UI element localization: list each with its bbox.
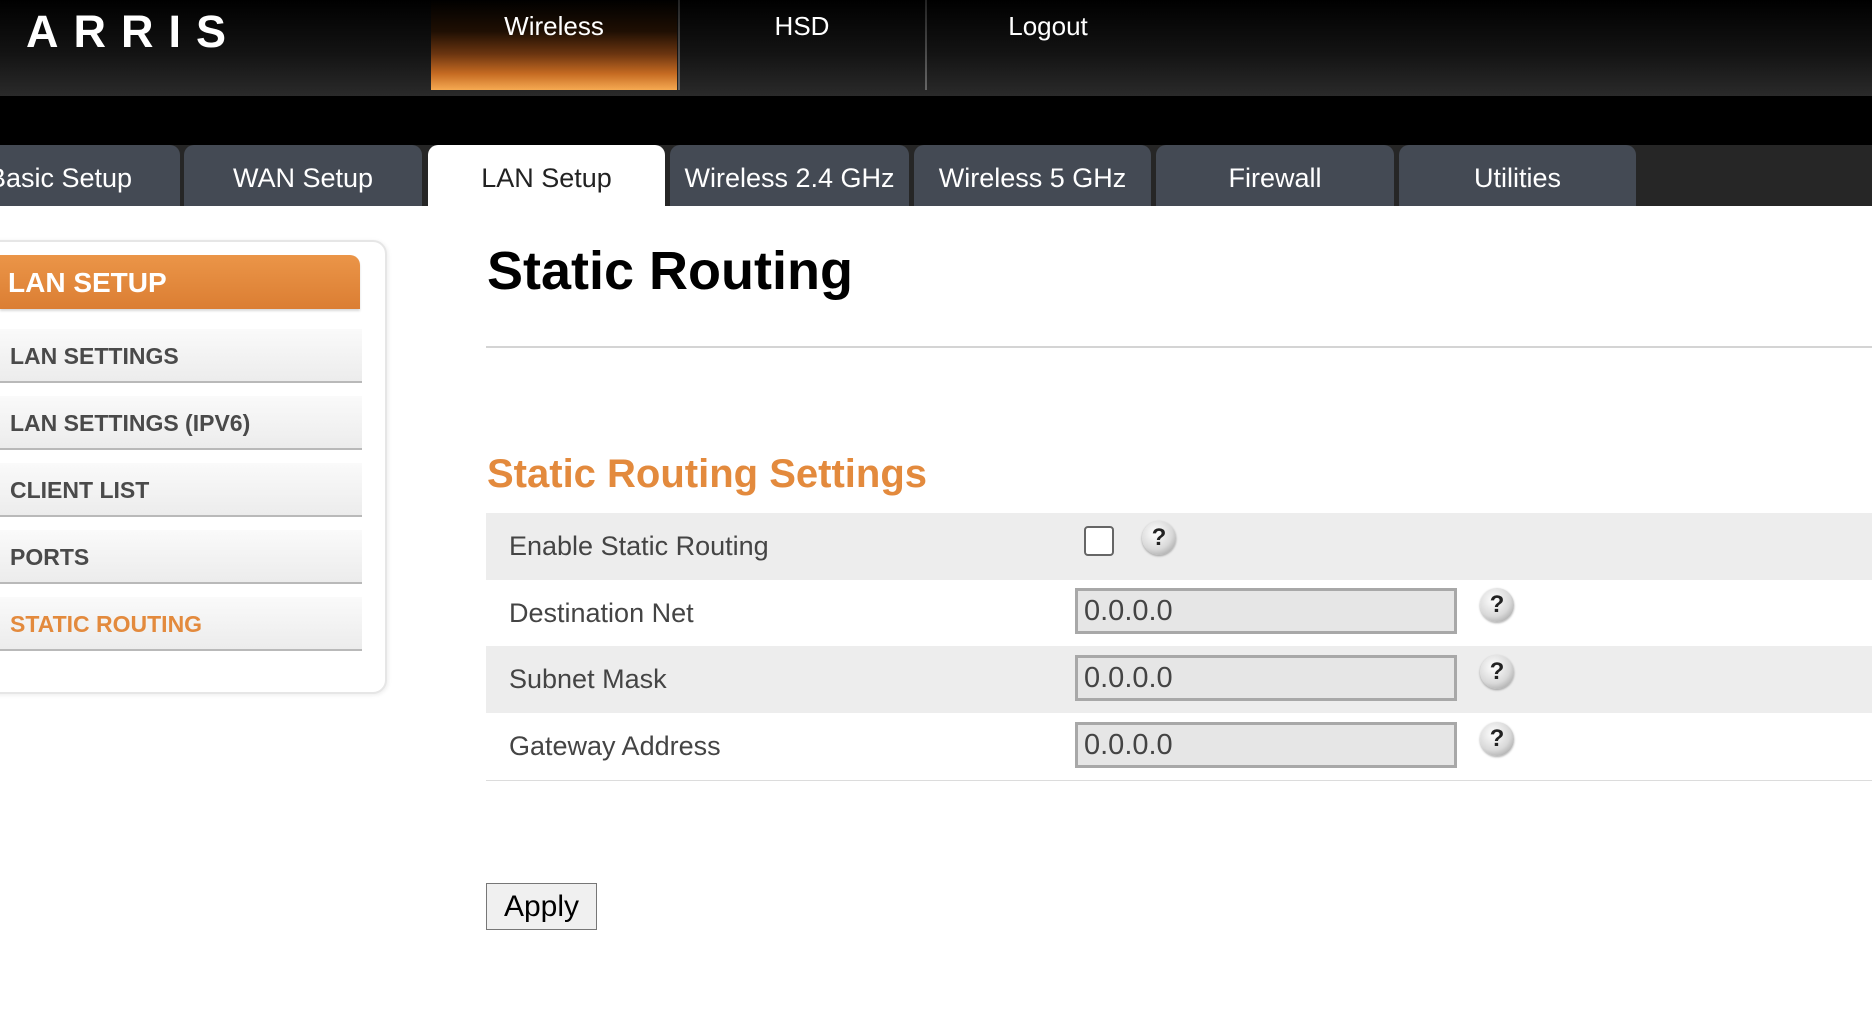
topnav-wireless[interactable]: Wireless xyxy=(431,0,677,90)
destination-net-label: Destination Net xyxy=(509,598,694,628)
page-title: Static Routing xyxy=(487,241,853,301)
gateway-address-input[interactable] xyxy=(1075,722,1457,768)
arris-logo: ARRIS xyxy=(26,6,242,57)
enable-static-routing-label: Enable Static Routing xyxy=(509,531,769,561)
form-row-enable: Enable Static Routing xyxy=(486,513,1872,580)
sidebar-item-lan-settings-ipv6[interactable]: LAN SETTINGS (IPV6) xyxy=(0,396,362,450)
tab-wan-setup[interactable]: WAN Setup xyxy=(184,145,422,206)
tab-lan-setup[interactable]: LAN Setup xyxy=(428,145,665,206)
sidebar-item-static-routing[interactable]: STATIC ROUTING xyxy=(0,597,362,651)
tab-wireless-24ghz[interactable]: Wireless 2.4 GHz xyxy=(670,145,909,206)
form-bottom-divider xyxy=(486,780,1872,781)
help-icon[interactable]: ? xyxy=(1480,722,1514,756)
help-icon[interactable]: ? xyxy=(1142,521,1176,555)
sidebar-header: LAN SETUP xyxy=(0,255,360,309)
sidebar-item-lan-settings[interactable]: LAN SETTINGS xyxy=(0,329,362,383)
gateway-address-label: Gateway Address xyxy=(509,731,721,761)
tab-firewall[interactable]: Firewall xyxy=(1156,145,1394,206)
help-icon[interactable]: ? xyxy=(1480,588,1514,622)
tab-utilities[interactable]: Utilities xyxy=(1399,145,1636,206)
subnet-mask-input[interactable] xyxy=(1075,655,1457,701)
title-divider xyxy=(486,346,1872,348)
tab-basic-setup[interactable]: Basic Setup xyxy=(0,145,180,206)
apply-button[interactable]: Apply xyxy=(486,883,597,930)
sidebar-item-client-list[interactable]: CLIENT LIST xyxy=(0,463,362,517)
sidebar-item-ports[interactable]: PORTS xyxy=(0,530,362,584)
help-icon[interactable]: ? xyxy=(1480,655,1514,689)
enable-static-routing-checkbox[interactable] xyxy=(1084,526,1114,556)
section-title: Static Routing Settings xyxy=(487,452,927,496)
header-band xyxy=(0,96,1872,145)
topnav-logout[interactable]: Logout xyxy=(925,0,1171,90)
destination-net-input[interactable] xyxy=(1075,588,1457,634)
topnav-hsd[interactable]: HSD xyxy=(679,0,925,90)
subnet-mask-label: Subnet Mask xyxy=(509,664,667,694)
tab-wireless-5ghz[interactable]: Wireless 5 GHz xyxy=(914,145,1151,206)
